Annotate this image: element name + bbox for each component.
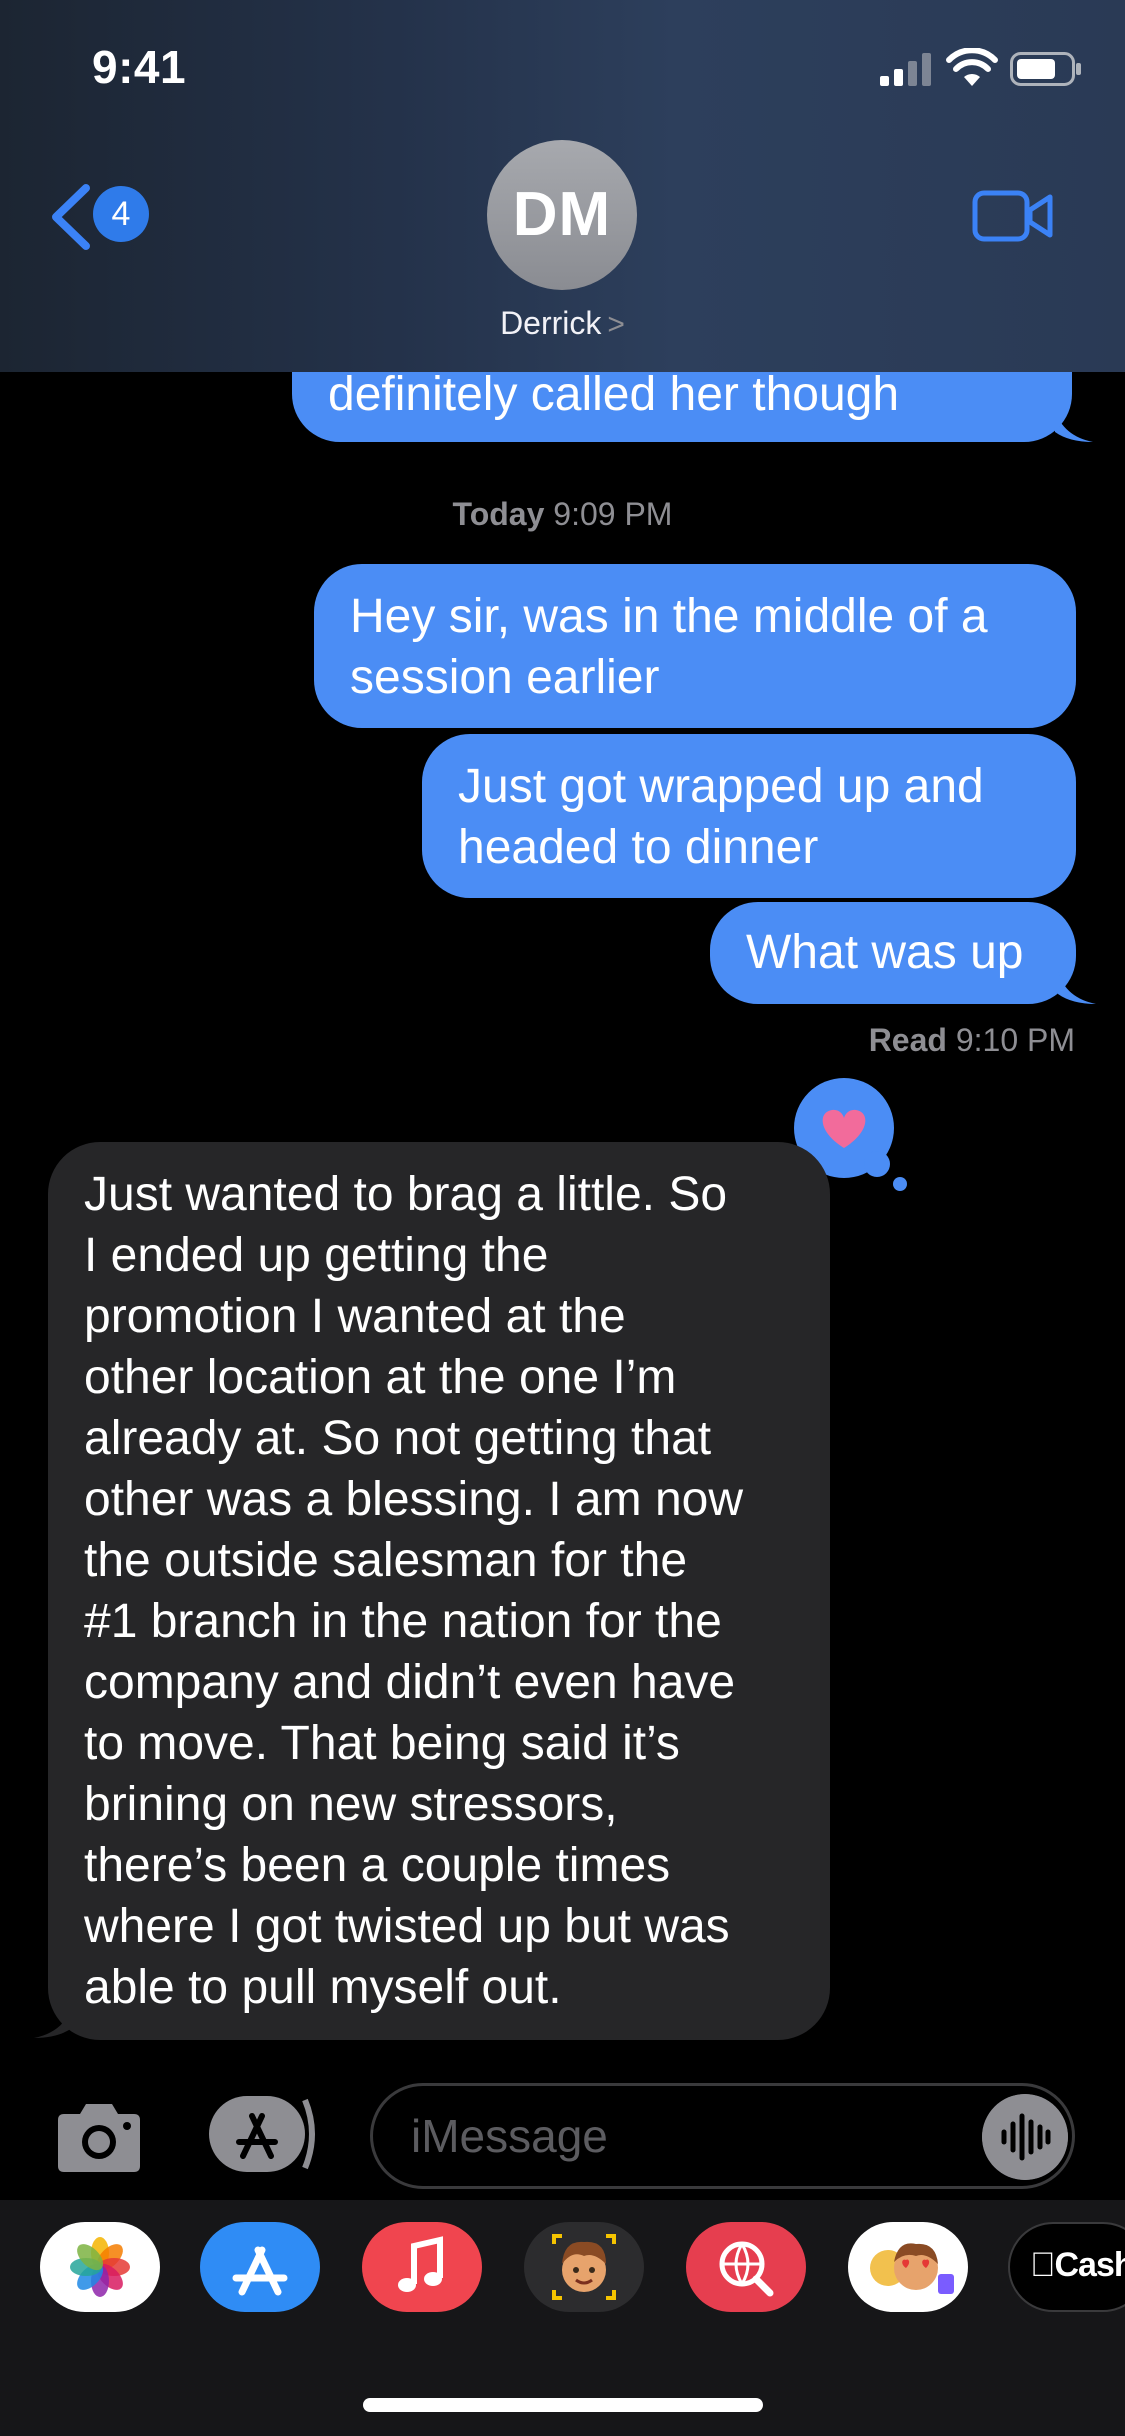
message-text-line: Hey sir, was in the middle of a — [350, 590, 988, 643]
message-text: What was up — [746, 926, 1024, 979]
conversation-header: 9:41 4 DM Derrick > — [0, 0, 1125, 372]
read-label: Read — [868, 1022, 947, 1058]
message-bubble-received[interactable]: Just wanted to brag a little. So I ended… — [48, 1142, 830, 2040]
imessage-input[interactable]: iMessage — [370, 2083, 1075, 2189]
photos-icon[interactable] — [40, 2222, 160, 2312]
music-icon[interactable] — [362, 2222, 482, 2312]
message-text-line: Just wanted to brag a little. So — [84, 1168, 728, 1221]
conversation-timestamp: Today 9:09 PM — [0, 496, 1125, 533]
message-bubble-sent[interactable]: Hey sir, was in the middle of a session … — [314, 564, 1076, 728]
timestamp-day: Today — [452, 496, 545, 532]
message-bubble-sent[interactable]: What was up — [710, 902, 1076, 1004]
bubble-tail — [34, 2006, 72, 2038]
apple-logo-icon:  — [1030, 2246, 1055, 2284]
cash-text: Cash — [1030, 2246, 1125, 2284]
app-store-glyph — [232, 2246, 288, 2296]
message-text-line: I ended up getting the — [84, 1229, 549, 1282]
memoji-icon[interactable] — [524, 2222, 644, 2312]
read-time: 9:10 PM — [955, 1022, 1075, 1058]
battery-icon — [1010, 52, 1081, 86]
music-note-glyph — [398, 2236, 443, 2292]
app-store-icon[interactable] — [200, 2222, 320, 2312]
message-text-line: to move. That being said it’s — [84, 1717, 680, 1770]
message-text-line: other was a blessing. I am now — [84, 1473, 743, 1526]
app-store-icon[interactable] — [207, 2094, 319, 2174]
chevron-left-icon[interactable] — [46, 182, 96, 252]
message-text: definitely called her though — [328, 368, 900, 421]
apple-cash-label: Cash — [1030, 2246, 1125, 2285]
contact-name[interactable]: Derrick > — [0, 305, 1125, 342]
message-text-line: headed to dinner — [458, 821, 819, 874]
memoji-face-glyph — [552, 2234, 616, 2300]
chevron-right-icon: > — [607, 308, 625, 341]
memoji-stickers-icon[interactable] — [848, 2222, 968, 2312]
input-placeholder: iMessage — [411, 2110, 608, 2162]
bubble-tail — [1058, 972, 1096, 1004]
message-text-line: session earlier — [350, 651, 660, 704]
camera-icon[interactable] — [52, 2100, 146, 2176]
message-text-line: promotion I wanted at the — [84, 1290, 626, 1343]
message-text-line: where I got twisted up but was — [84, 1900, 730, 1953]
message-text-line: there’s been a couple times — [84, 1839, 671, 1892]
timestamp-time: 9:09 PM — [553, 496, 673, 532]
photos-icon-glyph — [70, 2237, 130, 2297]
sticker-faces-glyph — [870, 2243, 954, 2294]
message-text-line: #1 branch in the nation for the — [84, 1595, 722, 1648]
message-text-line: brining on new stressors, — [84, 1778, 618, 1831]
contact-name-label: Derrick — [500, 305, 602, 341]
status-time: 9:41 — [92, 41, 187, 93]
cellular-signal-icon — [880, 53, 931, 86]
read-receipt: Read 9:10 PM — [869, 1022, 1075, 1059]
search-globe-glyph — [719, 2241, 774, 2297]
message-text-line: Just got wrapped up and — [458, 760, 984, 813]
unread-count-badge[interactable]: 4 — [93, 186, 149, 242]
message-bubble-sent[interactable]: Just got wrapped up and headed to dinner — [422, 734, 1076, 898]
message-text-line: the outside salesman for the — [84, 1534, 688, 1587]
contact-avatar[interactable]: DM — [487, 140, 637, 290]
home-indicator[interactable] — [363, 2398, 763, 2412]
web-search-icon[interactable] — [686, 2222, 806, 2312]
message-text-line: other location at the one I’m — [84, 1351, 677, 1404]
video-camera-icon[interactable] — [972, 188, 1054, 244]
wifi-icon — [946, 48, 998, 86]
message-text-line: able to pull myself out. — [84, 1961, 562, 2014]
audio-message-icon[interactable] — [982, 2094, 1068, 2180]
message-text-line: company and didn’t even have — [84, 1656, 736, 1709]
message-text-line: already at. So not getting that — [84, 1412, 712, 1465]
